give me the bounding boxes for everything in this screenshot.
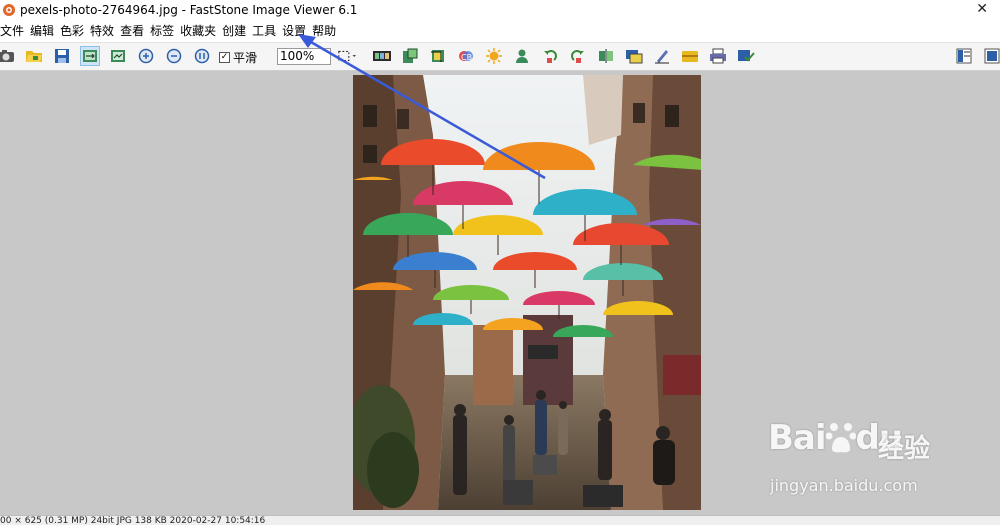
watermark-url: jingyan.baidu.com <box>770 476 918 495</box>
zoom-out-icon[interactable] <box>164 46 184 66</box>
zoom-field[interactable]: 100% <box>277 48 331 65</box>
menu-tags[interactable]: 标签 <box>147 20 177 42</box>
menu-bar: 文件 编辑 色彩 特效 查看 标签 收藏夹 创建 工具 设置 帮助 <box>0 20 1000 43</box>
toolbar: ✓ 平滑 CB <box>0 43 1000 71</box>
smooth-label: 平滑 <box>233 51 258 65</box>
jingyan-text: 经验 <box>878 434 931 464</box>
svg-text:CB: CB <box>461 53 472 62</box>
displayed-photo <box>353 75 701 510</box>
select-rect-icon[interactable] <box>337 46 357 66</box>
person-icon[interactable] <box>512 46 532 66</box>
title-bar: pexels-photo-2764964.jpg - FastStone Ima… <box>0 0 1000 20</box>
save-icon[interactable] <box>52 46 72 66</box>
faststone-app-icon <box>3 4 15 16</box>
paw-icon <box>825 423 857 453</box>
baidu-jingyan-watermark: Bai du 经验 jingyan.baidu.com <box>768 418 968 508</box>
slideshow-icon[interactable] <box>372 46 392 66</box>
print-icon[interactable] <box>708 46 728 66</box>
brightness-icon[interactable] <box>484 46 504 66</box>
window-title: pexels-photo-2764964.jpg - FastStone Ima… <box>20 3 358 17</box>
resize-icon[interactable] <box>400 46 420 66</box>
panel-layout-icon[interactable] <box>954 46 974 66</box>
rotate-right-icon[interactable] <box>568 46 588 66</box>
open-folder-icon[interactable] <box>24 46 44 66</box>
menu-effects[interactable]: 特效 <box>87 20 117 42</box>
wallpaper-icon[interactable] <box>680 46 700 66</box>
flip-icon[interactable] <box>596 46 616 66</box>
menu-file[interactable]: 文件 <box>0 20 27 42</box>
zoom-in-icon[interactable] <box>136 46 156 66</box>
rotate-left-icon[interactable] <box>540 46 560 66</box>
menu-edit[interactable]: 编辑 <box>27 20 57 42</box>
camera-icon[interactable] <box>0 46 16 66</box>
menu-color[interactable]: 色彩 <box>57 20 87 42</box>
menu-help[interactable]: 帮助 <box>309 20 339 42</box>
batch-icon[interactable] <box>736 46 756 66</box>
actual-size-icon[interactable] <box>108 46 128 66</box>
menu-tools[interactable]: 工具 <box>249 20 279 42</box>
menu-create[interactable]: 创建 <box>219 20 249 42</box>
compare-icon[interactable] <box>624 46 644 66</box>
color-icon[interactable]: CB <box>456 46 476 66</box>
smooth-checkbox-group[interactable]: ✓ 平滑 <box>219 49 257 66</box>
menu-settings[interactable]: 设置 <box>279 20 309 42</box>
menu-favorites[interactable]: 收藏夹 <box>177 20 219 42</box>
smooth-checkbox[interactable]: ✓ <box>219 52 230 63</box>
menu-view[interactable]: 查看 <box>117 20 147 42</box>
close-window-button[interactable]: ✕ <box>976 0 988 20</box>
one-to-one-icon[interactable] <box>192 46 212 66</box>
draw-icon[interactable] <box>652 46 672 66</box>
fullscreen-icon[interactable] <box>982 46 1000 66</box>
crop-icon[interactable] <box>428 46 448 66</box>
fit-window-icon[interactable] <box>80 46 100 66</box>
